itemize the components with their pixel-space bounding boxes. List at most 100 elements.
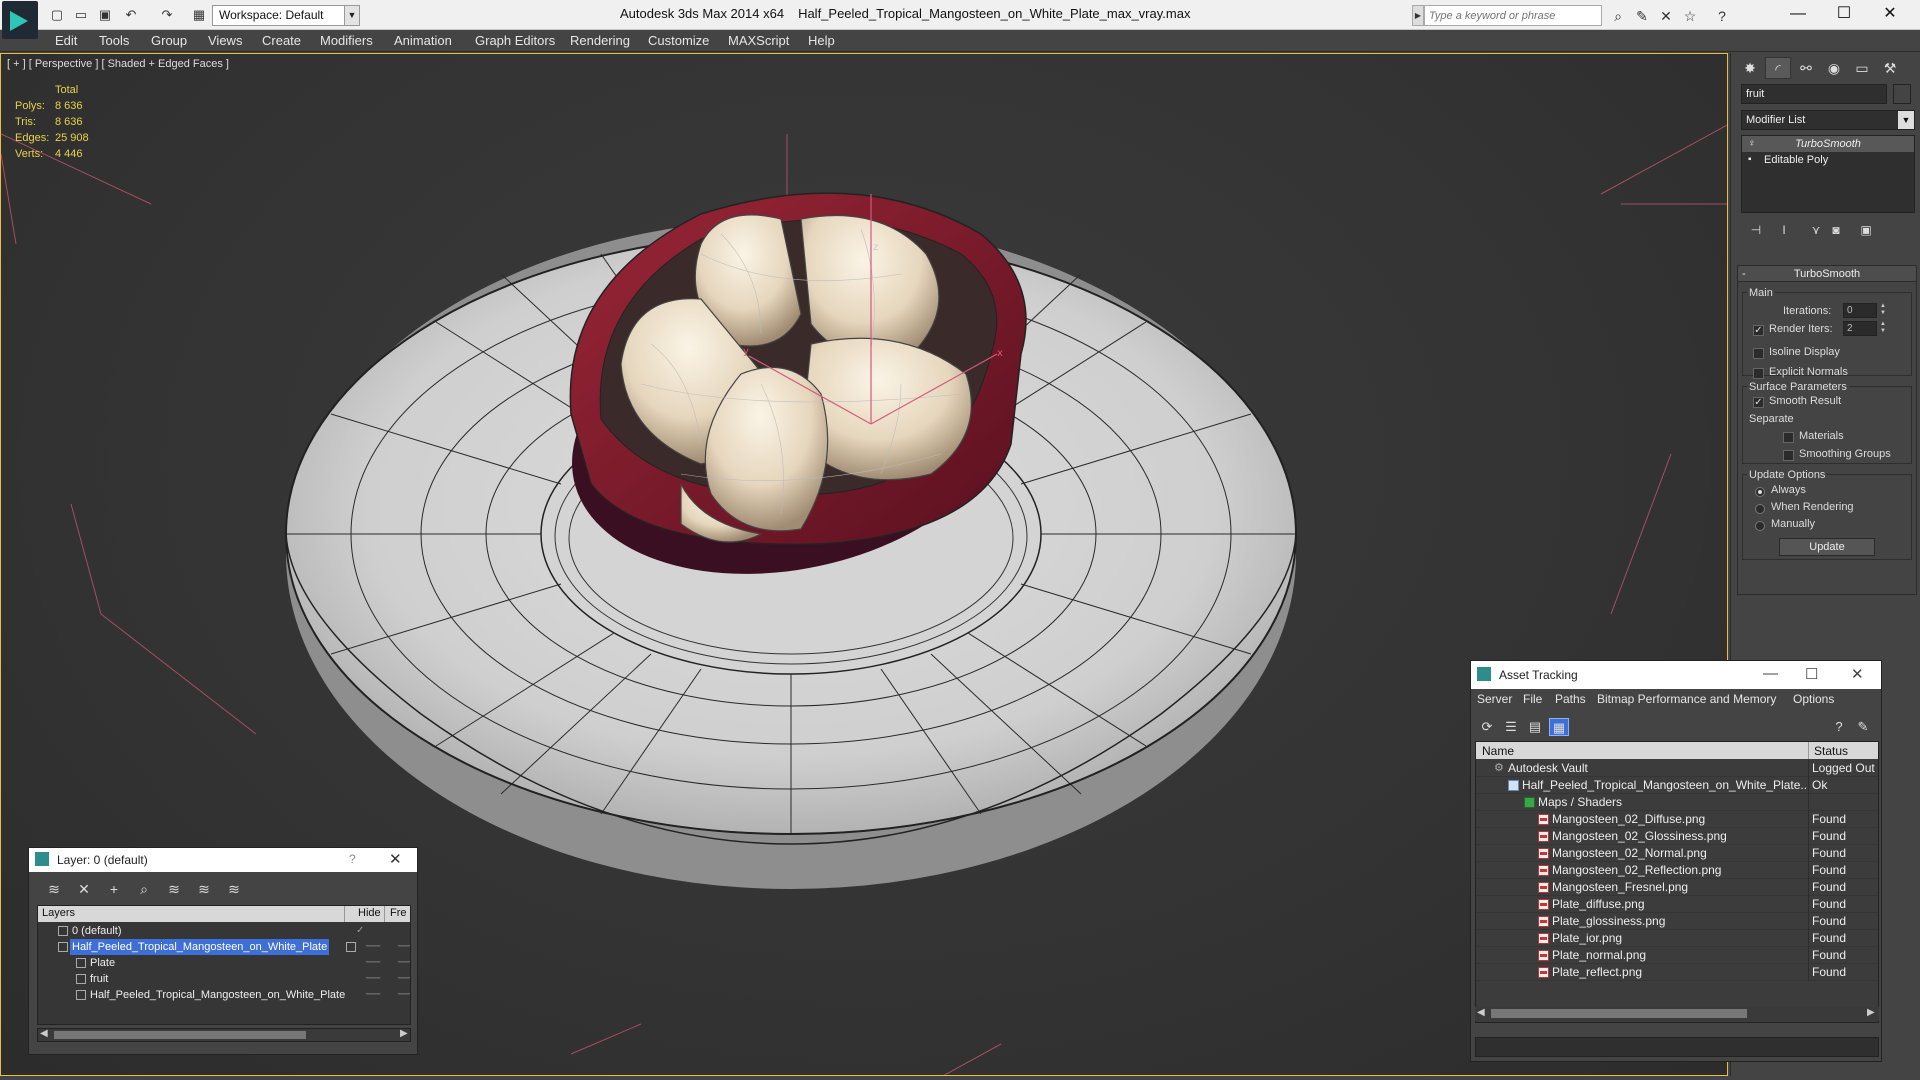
- layer-row[interactable]: Half_Peeled_Tropical_Mangosteen_on_White…: [38, 939, 410, 955]
- lightbulb-icon[interactable]: ♀: [1748, 136, 1756, 152]
- scroll-thumb[interactable]: [54, 1031, 306, 1039]
- freeze-toggle[interactable]: ──: [398, 971, 410, 987]
- spinner-arrows-icon[interactable]: ▲ ▼: [1879, 321, 1887, 336]
- menu-bitmap-performance[interactable]: Bitmap Performance and Memory: [1597, 692, 1776, 706]
- new-file-icon[interactable]: ▢: [48, 7, 66, 23]
- remove-modifier-icon[interactable]: ◙: [1827, 221, 1845, 239]
- plus-expand-icon[interactable]: ▪: [1748, 152, 1752, 168]
- minimize-icon[interactable]: —: [1775, 0, 1821, 30]
- manually-radio[interactable]: [1755, 521, 1765, 531]
- table-row[interactable]: Mangosteen_02_Normal.png Found: [1476, 845, 1878, 862]
- delete-layer-icon[interactable]: ✕: [73, 878, 95, 900]
- freeze-column-header[interactable]: Fre: [390, 907, 407, 919]
- table-row[interactable]: Plate_glossiness.png Found: [1476, 913, 1878, 930]
- search-expand-icon[interactable]: ▶: [1412, 5, 1424, 26]
- smoothing-groups-checkbox[interactable]: [1783, 450, 1794, 461]
- menu-paths[interactable]: Paths: [1555, 692, 1586, 706]
- menu-views[interactable]: Views: [208, 30, 242, 52]
- table-row[interactable]: Plate_diffuse.png Found: [1476, 896, 1878, 913]
- spinner-arrows-icon[interactable]: ▲ ▼: [1879, 303, 1887, 318]
- close-icon[interactable]: ✕: [389, 850, 402, 868]
- collapse-icon[interactable]: -: [1742, 266, 1746, 282]
- workspace-select[interactable]: Workspace: Default: [212, 5, 360, 26]
- iterations-spinner[interactable]: 0: [1843, 303, 1877, 318]
- hide-column-header[interactable]: Hide: [358, 907, 381, 919]
- freeze-toggle[interactable]: ──: [398, 955, 410, 971]
- menu-server[interactable]: Server: [1477, 692, 1512, 706]
- subscription-icon[interactable]: ✎: [1632, 7, 1652, 25]
- chevron-down-icon[interactable]: ▼: [1898, 111, 1914, 129]
- set-active-checkbox[interactable]: [346, 942, 356, 952]
- binoculars-icon[interactable]: ⌕: [1608, 7, 1628, 25]
- show-end-result-icon[interactable]: Ι: [1775, 221, 1793, 239]
- app-logo[interactable]: [2, 1, 38, 39]
- maximize-icon[interactable]: ☐: [1805, 665, 1818, 683]
- scroll-left-icon[interactable]: ◀: [40, 1028, 48, 1039]
- save-icon[interactable]: ▣: [96, 7, 114, 23]
- menu-help[interactable]: Help: [808, 30, 835, 52]
- isoline-display-checkbox[interactable]: [1753, 348, 1764, 359]
- hide-toggle[interactable]: ──: [366, 987, 380, 1003]
- layer-row[interactable]: 0 (default) ✓: [38, 923, 410, 939]
- smooth-result-checkbox[interactable]: ✓: [1753, 397, 1764, 408]
- active-layer-check-icon[interactable]: ✓: [356, 923, 364, 939]
- layers-column-header[interactable]: Layers: [42, 907, 75, 919]
- menu-animation[interactable]: Animation: [394, 30, 452, 52]
- layer-row[interactable]: Half_Peeled_Tropical_Mangosteen_on_White…: [38, 987, 410, 1003]
- create-layer-icon[interactable]: ≋: [43, 878, 65, 900]
- freeze-all-icon[interactable]: ≋: [223, 878, 245, 900]
- freeze-toggle[interactable]: ──: [398, 939, 410, 955]
- modify-tab-icon[interactable]: ◜: [1765, 57, 1791, 79]
- hide-toggle[interactable]: ──: [366, 939, 380, 955]
- close-icon[interactable]: ✕: [1851, 665, 1864, 683]
- menu-options[interactable]: Options: [1793, 692, 1834, 706]
- search-field[interactable]: [1425, 6, 1601, 25]
- communication-icon[interactable]: ✕: [1656, 7, 1676, 25]
- table-row[interactable]: Mangosteen_Fresnel.png Found: [1476, 879, 1878, 896]
- viewport-label[interactable]: [ + ] [ Perspective ] [ Shaded + Edged F…: [7, 58, 229, 70]
- menu-rendering[interactable]: Rendering: [570, 30, 630, 52]
- scroll-left-icon[interactable]: ◀: [1477, 1007, 1485, 1018]
- add-to-layer-icon[interactable]: +: [103, 878, 125, 900]
- make-unique-icon[interactable]: ⋎: [1807, 221, 1825, 239]
- menu-edit[interactable]: Edit: [55, 30, 77, 52]
- help-icon[interactable]: ?: [349, 852, 356, 866]
- pin-stack-icon[interactable]: ⊣: [1747, 221, 1765, 239]
- when-rendering-radio[interactable]: [1755, 504, 1765, 514]
- open-file-icon[interactable]: ▭: [72, 7, 90, 23]
- motion-tab-icon[interactable]: ◉: [1821, 57, 1847, 79]
- render-iters-spinner[interactable]: 2: [1843, 321, 1877, 336]
- redo-icon[interactable]: ↷: [158, 7, 176, 23]
- display-tab-icon[interactable]: ▭: [1849, 57, 1875, 79]
- chevron-down-icon[interactable]: ▼: [344, 5, 360, 26]
- update-button[interactable]: Update: [1779, 538, 1875, 556]
- freeze-toggle[interactable]: ──: [398, 987, 410, 1003]
- table-row[interactable]: ⚙ Autodesk Vault Logged Out: [1476, 760, 1878, 777]
- create-tab-icon[interactable]: ✸: [1737, 57, 1763, 79]
- menu-maxscript[interactable]: MAXScript: [728, 30, 789, 52]
- select-objects-icon[interactable]: ⌕: [133, 878, 155, 900]
- hide-all-icon[interactable]: ≋: [193, 878, 215, 900]
- stack-item-turbosmooth[interactable]: ♀ TurboSmooth: [1742, 136, 1914, 152]
- menu-modifiers[interactable]: Modifiers: [320, 30, 373, 52]
- hide-toggle[interactable]: ──: [366, 971, 380, 987]
- menu-customize[interactable]: Customize: [648, 30, 709, 52]
- table-row[interactable]: Mangosteen_02_Glossiness.png Found: [1476, 828, 1878, 845]
- undo-icon[interactable]: ↶: [122, 7, 140, 23]
- materials-checkbox[interactable]: [1783, 432, 1794, 443]
- status-column-header[interactable]: Status: [1814, 744, 1848, 758]
- modifier-list-dropdown[interactable]: Modifier List ▼: [1741, 110, 1915, 130]
- scroll-thumb[interactable]: [1491, 1009, 1747, 1018]
- minimize-icon[interactable]: —: [1763, 665, 1778, 682]
- table-row[interactable]: Mangosteen_02_Reflection.png Found: [1476, 862, 1878, 879]
- project-folder-icon[interactable]: ▦: [190, 7, 208, 23]
- render-iters-checkbox[interactable]: ✓: [1753, 325, 1764, 336]
- table-view-icon[interactable]: ▦: [1549, 718, 1569, 736]
- menu-file[interactable]: File: [1523, 692, 1542, 706]
- explicit-normals-checkbox[interactable]: [1753, 368, 1764, 379]
- name-column-header[interactable]: Name: [1482, 744, 1514, 758]
- favorites-star-icon[interactable]: ☆: [1680, 7, 1700, 25]
- thumbnail-view-icon[interactable]: ▤: [1525, 718, 1545, 736]
- help-icon[interactable]: ?: [1712, 7, 1732, 25]
- object-color-swatch[interactable]: [1893, 84, 1911, 104]
